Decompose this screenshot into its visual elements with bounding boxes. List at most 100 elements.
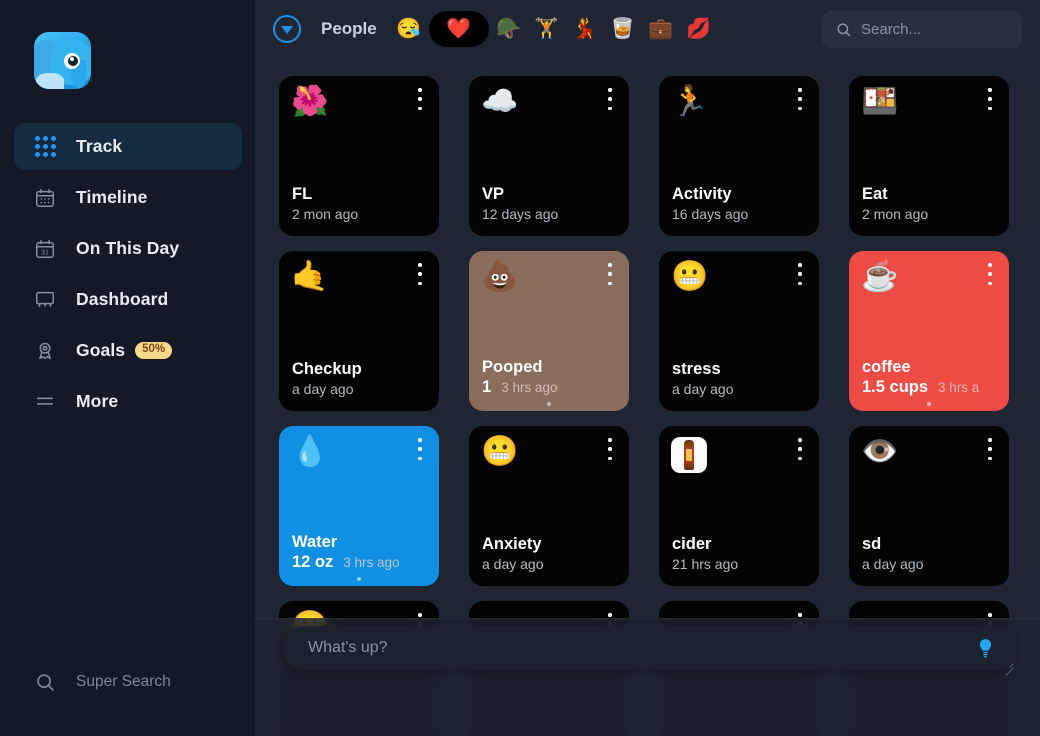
red-heart-emoji[interactable]: ❤️ [428, 11, 489, 47]
weightlifter-emoji[interactable]: 🏋️ [529, 11, 565, 47]
card-page-indicator [927, 402, 931, 406]
super-search-label: Super Search [76, 673, 171, 690]
people-filter-label[interactable]: People [321, 19, 377, 39]
card-value-row: 12 oz 3 hrs ago [292, 553, 439, 572]
sleepy-face-emoji[interactable]: 😪 [391, 11, 427, 47]
card-timestamp: 3 hrs a [938, 380, 980, 395]
card-body: Water 12 oz 3 hrs ago [292, 532, 439, 572]
calendar-icon [32, 185, 58, 211]
card-title: FL [292, 185, 313, 204]
card-body: Eat 2 mon ago [862, 184, 1009, 222]
card-title: sd [862, 535, 882, 554]
card-body: sd a day ago [862, 534, 1009, 572]
resize-grip-icon[interactable] [1005, 659, 1014, 676]
card-overflow-menu-icon[interactable] [412, 88, 428, 110]
search-icon [835, 21, 852, 38]
card-title: Activity [672, 185, 732, 204]
card-body: coffee 1.5 cups 3 hrs a [862, 357, 1009, 397]
card-timestamp: 3 hrs ago [343, 555, 400, 570]
briefcase-emoji[interactable]: 💼 [643, 11, 679, 47]
card-body: Anxiety a day ago [482, 534, 629, 572]
tracker-card[interactable]: ☕ coffee 1.5 cups 3 hrs a [849, 251, 1009, 411]
circle-chevron-down-icon[interactable] [273, 15, 301, 43]
search-input[interactable]: Search... [822, 11, 1022, 48]
card-timestamp: 2 mon ago [292, 206, 359, 222]
runner-emoji: 🏃 [671, 85, 709, 118]
tracker-card[interactable]: 💩 Pooped 1 3 hrs ago [469, 251, 629, 411]
card-overflow-menu-icon[interactable] [982, 438, 998, 460]
tracker-card[interactable]: 💧 Water 12 oz 3 hrs ago [279, 426, 439, 586]
sidebar-item-label: Goals [76, 340, 126, 360]
main-content: People 😪 ❤️ 🪖 🏋️ 💃 🥃 💼 💋 Search... 🌺 FL 2 mon ago… [255, 0, 1040, 736]
droplet-emoji: 💧 [291, 435, 329, 468]
card-overflow-menu-icon[interactable] [982, 263, 998, 285]
super-search-button[interactable]: Super Search [0, 670, 255, 694]
sidebar-item-more[interactable]: More [14, 378, 242, 425]
card-value: 1 [482, 378, 492, 396]
sidebar-item-label: On This Day [76, 238, 180, 258]
card-timestamp: 3 hrs ago [501, 380, 558, 395]
card-overflow-menu-icon[interactable] [792, 438, 808, 460]
tracker-card[interactable]: ☁️ VP 12 days ago [469, 76, 629, 236]
card-overflow-menu-icon[interactable] [602, 438, 618, 460]
quick-entry-input[interactable]: What's up? [283, 626, 1018, 676]
hibiscus-emoji: 🌺 [291, 85, 329, 118]
sidebar-item-label: Dashboard [76, 289, 169, 309]
sidebar-item-dashboard[interactable]: Dashboard [14, 276, 242, 323]
card-overflow-menu-icon[interactable] [412, 438, 428, 460]
poop-emoji: 💩 [481, 260, 519, 293]
easel-board-icon [32, 287, 58, 313]
helmet-emoji[interactable]: 🪖 [491, 11, 527, 47]
card-timestamp: 16 days ago [672, 206, 749, 222]
eye-emoji: 👁️ [861, 435, 899, 468]
card-overflow-menu-icon[interactable] [602, 263, 618, 285]
sidebar-item-goals[interactable]: Goals 50% [14, 327, 242, 374]
tracker-card[interactable]: 🍱 Eat 2 mon ago [849, 76, 1009, 236]
tracker-card[interactable]: 🌺 FL 2 mon ago [279, 76, 439, 236]
search-icon [34, 670, 58, 694]
card-timestamp: 12 days ago [482, 206, 559, 222]
tracker-card[interactable]: 🏃 Activity 16 days ago [659, 76, 819, 236]
card-overflow-menu-icon[interactable] [792, 88, 808, 110]
tracker-card[interactable]: 🤙 Checkup a day ago [279, 251, 439, 411]
emoji-filter-row: 😪 ❤️ 🪖 🏋️ 💃 🥃 💼 💋 [391, 11, 719, 47]
tumbler-glass-emoji[interactable]: 🥃 [605, 11, 641, 47]
card-value: 1.5 cups [862, 378, 929, 396]
quick-entry-placeholder: What's up? [308, 639, 388, 656]
hamburger-menu-icon [32, 389, 58, 415]
sidebar-item-timeline[interactable]: Timeline [14, 174, 242, 221]
card-title: stress [672, 360, 721, 379]
tracker-card[interactable]: 😬 Anxiety a day ago [469, 426, 629, 586]
card-timestamp: a day ago [862, 556, 924, 572]
sidebar: Track Timeline 31 On This Day Dashboard … [0, 0, 255, 736]
app-root: Track Timeline 31 On This Day Dashboard … [0, 0, 1040, 736]
sidebar-item-track[interactable]: Track [14, 123, 242, 170]
card-title: Pooped [482, 358, 543, 377]
dancer-emoji[interactable]: 💃 [567, 11, 603, 47]
card-body: Activity 16 days ago [672, 184, 819, 222]
takeout-box-emoji: 🍱 [861, 85, 899, 118]
card-title: Eat [862, 185, 888, 204]
calendar-date-31-icon: 31 [32, 236, 58, 262]
kiss-mark-emoji[interactable]: 💋 [681, 11, 717, 47]
cider-bottle-photo [671, 437, 707, 473]
card-timestamp: a day ago [292, 381, 354, 397]
card-overflow-menu-icon[interactable] [792, 263, 808, 285]
app-logo[interactable] [34, 32, 91, 89]
sidebar-item-label: Timeline [76, 187, 148, 207]
tracker-card[interactable]: 👁️ sd a day ago [849, 426, 1009, 586]
elephant-app-logo-icon [34, 32, 91, 89]
card-overflow-menu-icon[interactable] [602, 88, 618, 110]
card-body: cider 21 hrs ago [672, 534, 819, 572]
card-title: VP [482, 185, 505, 204]
sidebar-item-on-this-day[interactable]: 31 On This Day [14, 225, 242, 272]
card-timestamp: 2 mon ago [862, 206, 929, 222]
tracker-card[interactable]: cider 21 hrs ago [659, 426, 819, 586]
card-timestamp: 21 hrs ago [672, 556, 739, 572]
tracker-card[interactable]: 😬 stress a day ago [659, 251, 819, 411]
card-overflow-menu-icon[interactable] [412, 263, 428, 285]
card-body: VP 12 days ago [482, 184, 629, 222]
card-overflow-menu-icon[interactable] [982, 88, 998, 110]
sidebar-item-label: Track [76, 136, 123, 156]
lightbulb-icon[interactable] [974, 634, 996, 662]
